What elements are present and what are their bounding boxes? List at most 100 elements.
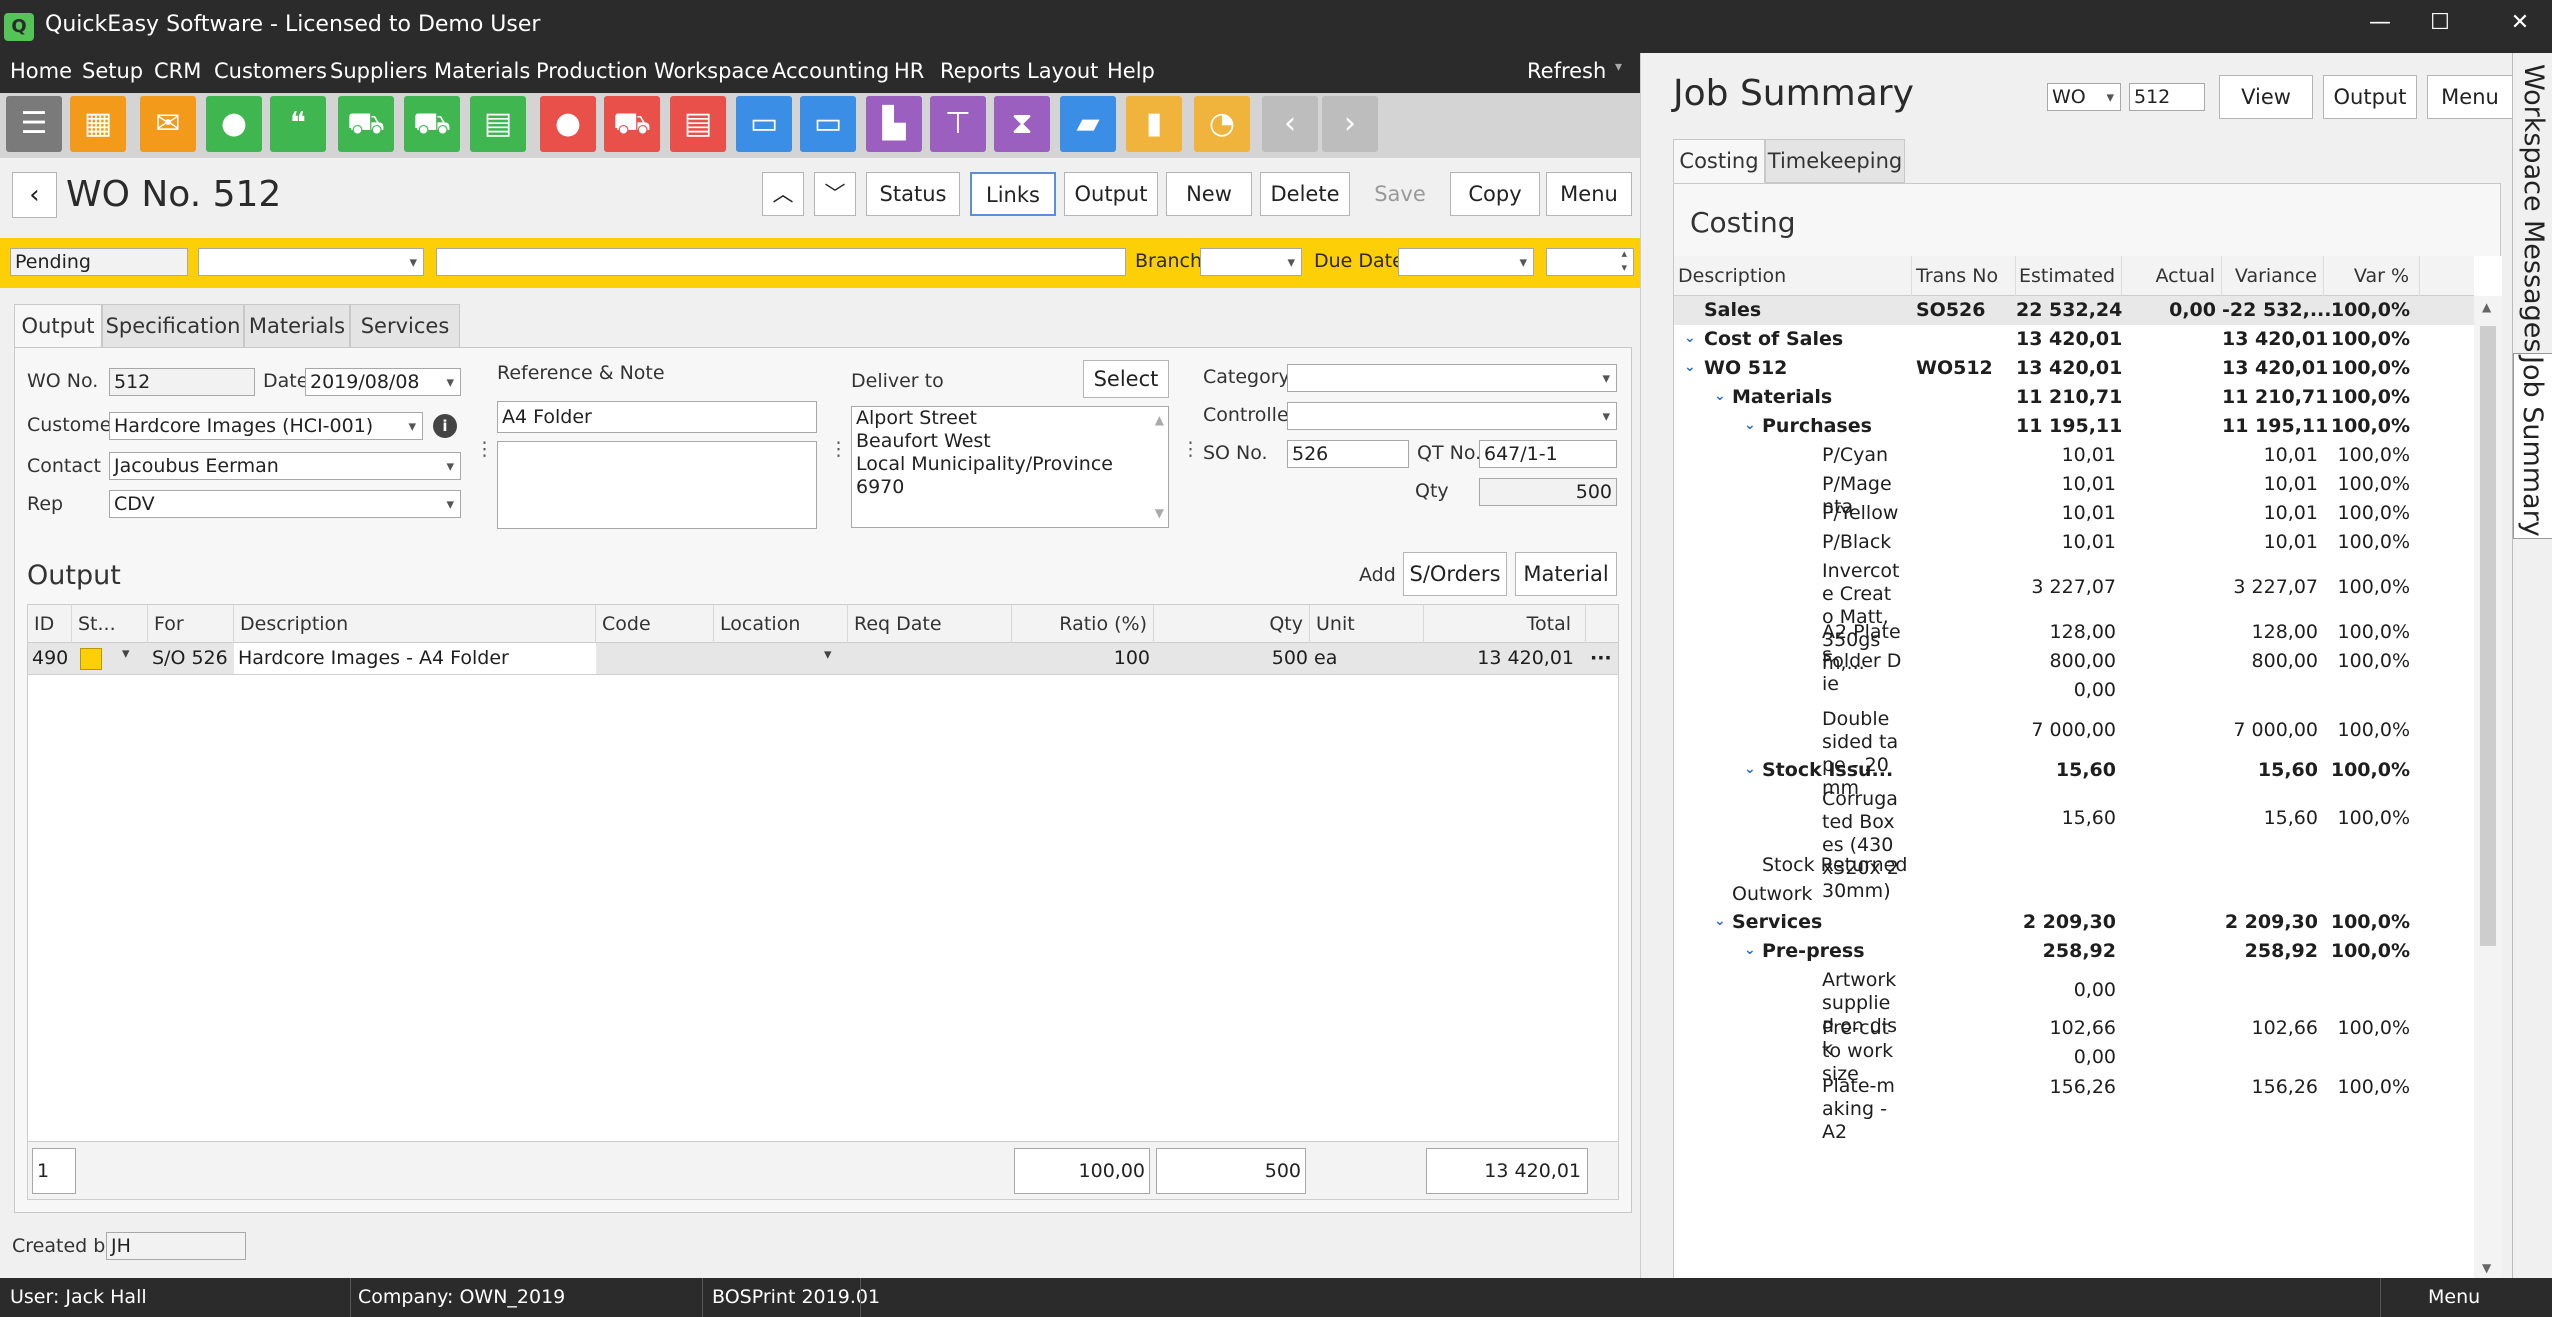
close-icon[interactable]: ✕ bbox=[2500, 10, 2540, 42]
col-variance[interactable]: Variance bbox=[2222, 256, 2324, 296]
previous-record-button[interactable]: ︿ bbox=[762, 172, 804, 216]
col-var-pct[interactable]: Var % bbox=[2324, 256, 2420, 296]
costing-row[interactable]: ⌄ WO 512 WO512 13 420,01 13 420,01 100,0% bbox=[1674, 354, 2474, 383]
menu-production[interactable]: Production bbox=[536, 59, 648, 83]
purchase-cart-icon[interactable]: ⛟ bbox=[604, 96, 660, 152]
mail-icon[interactable]: ✉ bbox=[140, 96, 196, 152]
menu-suppliers[interactable]: Suppliers bbox=[330, 59, 427, 83]
bar-chart-icon[interactable]: ▮ bbox=[1126, 96, 1182, 152]
col-total[interactable]: Total bbox=[1424, 605, 1586, 643]
delete-button[interactable]: Delete bbox=[1260, 172, 1350, 216]
costing-row[interactable]: ⌄ Purchases 11 195,11 11 195,11 100,0% bbox=[1674, 412, 2474, 441]
stage-dropdown[interactable] bbox=[198, 248, 424, 276]
costing-row[interactable]: 0,00 bbox=[1674, 676, 2474, 705]
back-arrow-icon[interactable]: ‹ bbox=[1262, 96, 1318, 152]
forward-arrow-icon[interactable]: › bbox=[1322, 96, 1378, 152]
menu-layout[interactable]: Layout bbox=[1027, 59, 1098, 83]
row-description[interactable]: Hardcore Images - A4 Folder bbox=[234, 643, 596, 674]
next-record-button[interactable]: ﹀ bbox=[814, 172, 856, 216]
col-actual[interactable]: Actual bbox=[2122, 256, 2222, 296]
menu-setup[interactable]: Setup bbox=[82, 59, 143, 83]
costing-row[interactable]: Plate-making - A2 156,26 156,26 100,0% bbox=[1674, 1072, 2474, 1143]
tab-costing[interactable]: Costing bbox=[1673, 139, 1765, 183]
select-address-button[interactable]: Select bbox=[1083, 360, 1169, 398]
status-menu[interactable]: Menu bbox=[2428, 1286, 2480, 1308]
menu-materials[interactable]: Materials bbox=[434, 59, 530, 83]
tab-materials[interactable]: Materials bbox=[244, 304, 350, 348]
col-code[interactable]: Code bbox=[596, 605, 714, 643]
costing-row[interactable]: ⌄ Materials 11 210,71 11 210,71 100,0% bbox=[1674, 383, 2474, 412]
org-chart-icon[interactable]: ⊤ bbox=[930, 96, 986, 152]
refresh-dropdown-icon[interactable]: ▾ bbox=[1615, 59, 1622, 75]
costing-row[interactable]: ⌄ Cost of Sales 13 420,01 13 420,01 100,0% bbox=[1674, 325, 2474, 354]
side-tab-workspace[interactable]: Workspace bbox=[2513, 63, 2552, 213]
job-number-field[interactable]: 512 bbox=[2129, 83, 2205, 111]
refresh-button[interactable]: Refresh bbox=[1527, 59, 1606, 83]
splitter-handle-3[interactable]: ⋮ bbox=[1181, 438, 1200, 460]
payment-card-icon[interactable]: ▭ bbox=[736, 96, 792, 152]
output-button[interactable]: Output bbox=[1064, 172, 1158, 216]
scroll-down-icon[interactable]: ▼ bbox=[1155, 502, 1164, 525]
hourglass-icon[interactable]: ⧗ bbox=[994, 96, 1050, 152]
dashboard-icon[interactable]: ◔ bbox=[1194, 96, 1250, 152]
costing-row[interactable]: Sales SO526 22 532,24 0,00 -22 532,... 100,0% bbox=[1674, 296, 2474, 325]
customer-dropdown[interactable]: Hardcore Images (HCI-001) bbox=[109, 412, 423, 440]
menu-hr[interactable]: HR bbox=[894, 59, 924, 83]
cards-icon[interactable]: ▭ bbox=[800, 96, 856, 152]
controller-dropdown[interactable] bbox=[1287, 402, 1617, 430]
col-id[interactable]: ID bbox=[28, 605, 72, 643]
document-icon[interactable]: ▤ bbox=[470, 96, 526, 152]
tab-services[interactable]: Services bbox=[350, 304, 460, 348]
table-row[interactable]: 490 ▾ S/O 526 Hardcore Images - A4 Folde… bbox=[28, 643, 1618, 675]
costing-row[interactable]: P/Cyan 10,01 10,01 100,0% bbox=[1674, 441, 2474, 470]
menu-reports[interactable]: Reports bbox=[940, 59, 1021, 83]
costing-row[interactable]: Outwork bbox=[1674, 880, 2474, 908]
tab-output[interactable]: Output bbox=[14, 304, 102, 348]
cart-icon[interactable]: ⛟ bbox=[338, 96, 394, 152]
costing-row[interactable]: Pre-cut to work size 102,66 102,66 100,0% bbox=[1674, 1014, 2474, 1085]
customer-icon[interactable]: ● bbox=[540, 96, 596, 152]
branch-dropdown[interactable] bbox=[1200, 248, 1302, 276]
scroll-up-icon[interactable]: ▲ bbox=[1155, 409, 1164, 432]
delivery-address[interactable]: Alport Street Beaufort West Local Munici… bbox=[851, 406, 1169, 528]
expand-chevron-icon[interactable]: ⌄ bbox=[1744, 942, 1756, 958]
due-time-spinner[interactable]: ▴ ▾ bbox=[1546, 248, 1634, 276]
col-status[interactable]: St... bbox=[72, 605, 148, 643]
col-qty[interactable]: Qty bbox=[1154, 605, 1310, 643]
maximize-icon[interactable]: ☐ bbox=[2420, 10, 2460, 42]
date-picker[interactable]: 2019/08/08 bbox=[305, 368, 461, 396]
costing-row[interactable]: Stock Returned bbox=[1674, 851, 2474, 880]
scroll-up-arrow-icon[interactable]: ▲ bbox=[2482, 300, 2491, 314]
rep-dropdown[interactable]: CDV bbox=[109, 490, 461, 518]
qt-no-field[interactable]: 647/1-1 bbox=[1479, 440, 1617, 468]
menu-button[interactable]: Menu bbox=[1546, 172, 1632, 216]
job-output-button[interactable]: Output bbox=[2323, 75, 2417, 119]
col-for[interactable]: For bbox=[148, 605, 234, 643]
menu-help[interactable]: Help bbox=[1107, 59, 1155, 83]
costing-row[interactable]: P/Yellow 10,01 10,01 100,0% bbox=[1674, 499, 2474, 528]
col-location[interactable]: Location bbox=[714, 605, 848, 643]
tab-specification[interactable]: Specification bbox=[102, 304, 244, 348]
col-description[interactable]: Description bbox=[234, 605, 596, 643]
save-button[interactable]: Save bbox=[1358, 172, 1442, 216]
view-button[interactable]: View bbox=[2219, 75, 2313, 119]
scroll-down-arrow-icon[interactable]: ▼ bbox=[2482, 1261, 2491, 1275]
factory-icon[interactable]: ▙ bbox=[866, 96, 922, 152]
so-no-field[interactable]: 526 bbox=[1287, 440, 1409, 468]
costing-row[interactable]: Folder Die 800,00 800,00 100,0% bbox=[1674, 647, 2474, 695]
costing-row[interactable]: ⌄ Stock Issu... 15,60 15,60 100,0% bbox=[1674, 756, 2474, 785]
expand-chevron-icon[interactable]: ⌄ bbox=[1684, 359, 1696, 375]
wo-no-field[interactable]: 512 bbox=[109, 368, 255, 396]
calendar-check-icon[interactable]: ▦ bbox=[70, 96, 126, 152]
costing-row[interactable]: P/Black 10,01 10,01 100,0% bbox=[1674, 528, 2474, 557]
contact-dropdown[interactable]: Jacoubus Eerman bbox=[109, 452, 461, 480]
status-dropdown-icon[interactable]: ▾ bbox=[122, 644, 130, 662]
chat-icon[interactable]: ❝ bbox=[270, 96, 326, 152]
costing-row[interactable]: Double sided tape - 20mm 7 000,00 7 000,00… bbox=[1674, 705, 2474, 799]
expand-chevron-icon[interactable]: ⌄ bbox=[1714, 388, 1726, 404]
splitter-handle-2[interactable]: ⋮ bbox=[829, 438, 848, 460]
expand-chevron-icon[interactable]: ⌄ bbox=[1684, 330, 1696, 346]
contact-icon[interactable]: ● bbox=[206, 96, 262, 152]
add-material-button[interactable]: Material bbox=[1515, 552, 1617, 596]
costing-row[interactable]: Invercote Creato Matt, 350gsm,... 3 227,0… bbox=[1674, 557, 2474, 674]
